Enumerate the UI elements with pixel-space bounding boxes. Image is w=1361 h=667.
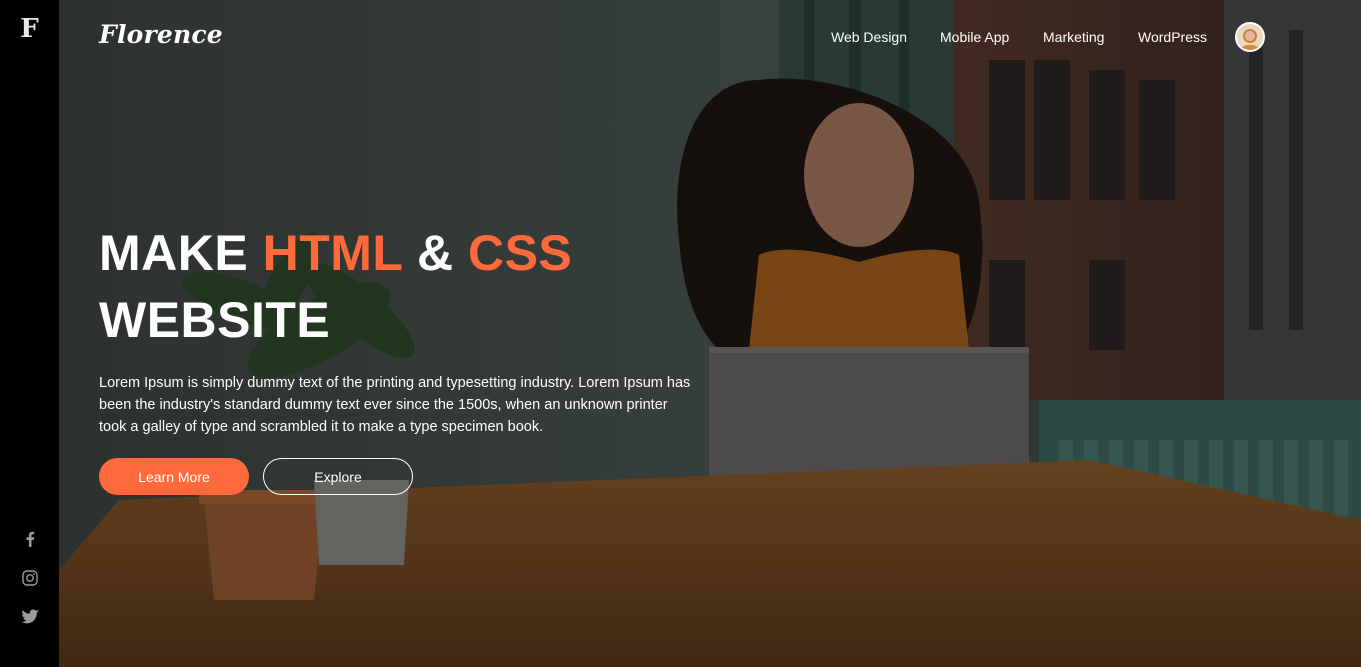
avatar-image bbox=[1237, 24, 1263, 50]
headline-part-1: MAKE bbox=[99, 225, 263, 281]
nav-mobile-app[interactable]: Mobile App bbox=[940, 29, 1009, 45]
hero-description: Lorem Ipsum is simply dummy text of the … bbox=[99, 375, 691, 435]
rail-logo[interactable]: F bbox=[0, 14, 59, 44]
learn-more-button[interactable]: Learn More bbox=[99, 458, 249, 495]
instagram-icon[interactable] bbox=[0, 567, 59, 607]
user-avatar[interactable] bbox=[1235, 22, 1265, 52]
facebook-icon[interactable] bbox=[0, 527, 59, 567]
headline-part-2: & bbox=[402, 225, 468, 281]
brand-logo[interactable]: Florence bbox=[99, 20, 223, 49]
explore-button[interactable]: Explore bbox=[263, 458, 413, 495]
left-rail: F bbox=[0, 0, 59, 667]
nav-wordpress[interactable]: WordPress bbox=[1138, 29, 1207, 45]
social-links bbox=[0, 527, 59, 647]
headline-accent-html: HTML bbox=[262, 225, 403, 281]
nav-marketing[interactable]: Marketing bbox=[1043, 29, 1104, 45]
hero-section: Florence Web Design Mobile App Marketing… bbox=[59, 0, 1361, 667]
nav-web-design[interactable]: Web Design bbox=[831, 29, 907, 45]
headline-line-2: WEBSITE bbox=[99, 292, 331, 348]
twitter-icon[interactable] bbox=[0, 607, 59, 647]
headline-accent-css: CSS bbox=[467, 225, 573, 281]
hero-headline: MAKE HTML & CSS WEBSITE bbox=[99, 220, 572, 354]
